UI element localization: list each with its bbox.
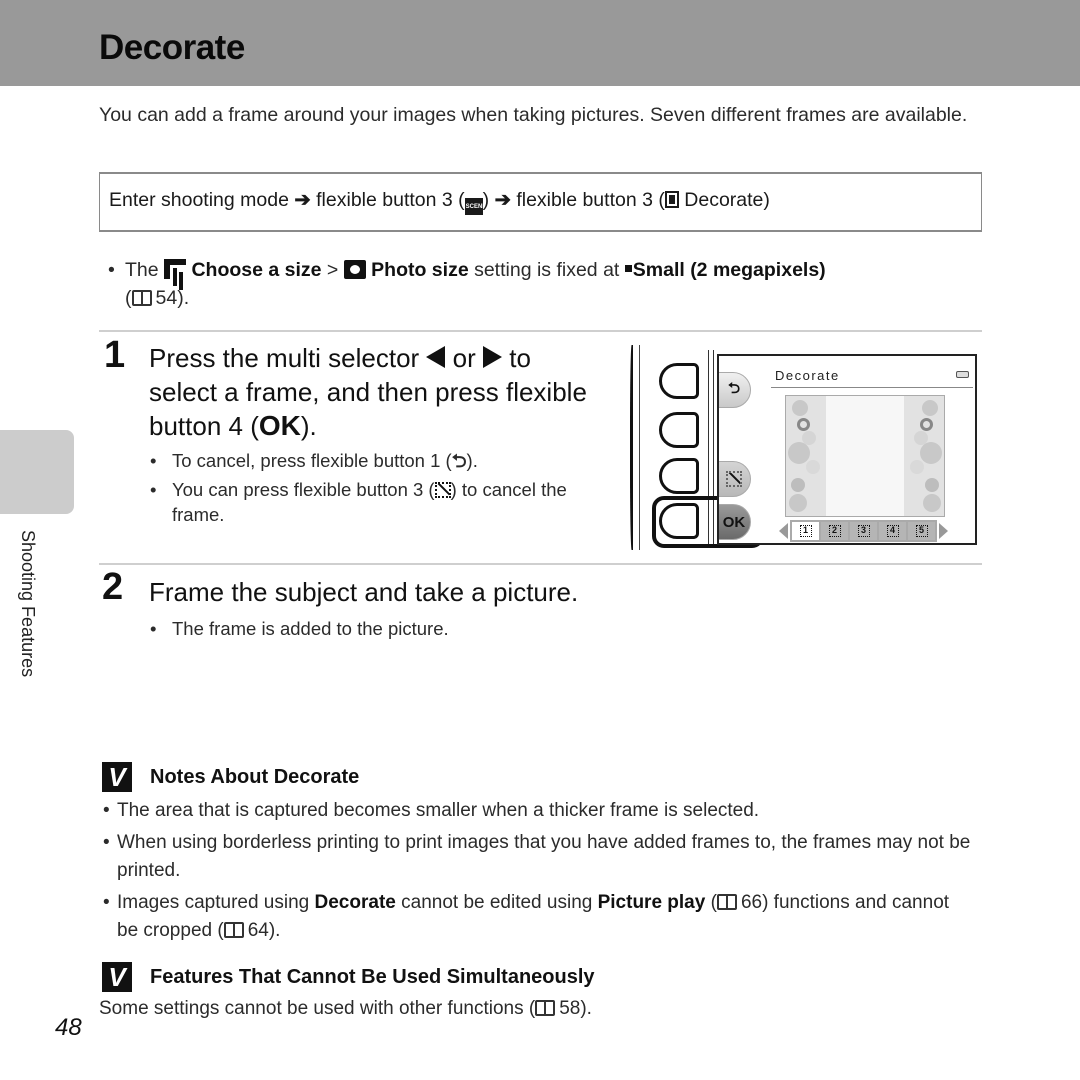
step-1-bullets: • To cancel, press flexible button 1 (⮌)… — [150, 448, 610, 531]
title-underline — [771, 387, 973, 388]
flower-decoration — [806, 460, 820, 474]
back-icon: ⮌ — [451, 450, 467, 471]
divider — [99, 563, 982, 565]
frame-left-border — [786, 396, 826, 516]
flower-decoration — [792, 400, 808, 416]
frame-preview — [785, 395, 945, 517]
frame-thumb-1[interactable]: 1 — [792, 522, 819, 540]
camera-icon — [343, 260, 366, 279]
camera-body-edge — [630, 345, 634, 550]
scroll-right-arrow-icon[interactable] — [939, 523, 948, 539]
notes-heading: V Notes About Decorate — [102, 762, 359, 792]
list-item: • When using borderless printing to print… — [103, 832, 971, 881]
list-item: • Images captured using Decorate cannot b… — [103, 892, 950, 941]
intro-paragraph: You can add a frame around your images w… — [99, 104, 968, 126]
frame-selector: 1 2 3 4 5 — [779, 520, 948, 542]
simultaneous-text: Some settings cannot be used with other … — [99, 998, 592, 1019]
book-reference-icon — [535, 1000, 556, 1016]
flower-decoration — [791, 478, 805, 492]
frame-thumb-4[interactable]: 4 — [879, 522, 906, 540]
flower-decoration — [925, 478, 939, 492]
page-number: 48 — [55, 1014, 82, 1041]
choose-size-icon — [164, 259, 187, 279]
no-frame-icon — [434, 482, 451, 498]
menu-path-text: Enter shooting mode ➔ flexible button 3 … — [109, 188, 770, 215]
frame-thumbnail-strip: 1 2 3 4 5 — [790, 520, 937, 542]
list-item: • The area that is captured becomes small… — [103, 800, 760, 821]
small-size-icon — [624, 265, 632, 272]
step-2-bullets: • The frame is added to the picture. — [150, 616, 610, 645]
multi-selector-right-icon — [483, 346, 503, 368]
list-item: • You can press flexible button 3 () to … — [150, 479, 567, 525]
screen-title: Decorate — [775, 368, 840, 383]
step-1-title: Press the multi selector or to select a … — [149, 343, 587, 441]
flower-decoration — [920, 442, 942, 464]
step-2-title: Frame the subject and take a picture. — [149, 577, 579, 607]
decorate-icon — [664, 191, 679, 208]
frame-right-border — [904, 396, 944, 516]
step-1-number: 1 — [104, 334, 126, 376]
flower-decoration — [922, 400, 938, 416]
list-item: • The frame is added to the picture. — [150, 618, 449, 639]
camera-body-edge — [639, 345, 640, 550]
battery-icon — [956, 371, 969, 378]
simultaneous-heading: V Features That Cannot Be Used Simultane… — [102, 962, 595, 992]
arrow-right-icon: ➔ — [494, 189, 511, 211]
page-reference[interactable]: 64 — [248, 920, 269, 941]
screen-back-button[interactable]: ⮌ — [719, 372, 751, 408]
page-reference[interactable]: 66 — [741, 892, 762, 913]
camera-screen: ⮌ OK Decorate 1 2 3 4 5 — [717, 354, 977, 545]
list-item: • To cancel, press flexible button 1 (⮌)… — [150, 450, 478, 471]
frame-thumb-3[interactable]: 3 — [850, 522, 877, 540]
scroll-left-arrow-icon[interactable] — [779, 523, 788, 539]
flower-decoration — [797, 418, 810, 431]
screen-no-frame-button[interactable] — [719, 461, 751, 497]
camera-illustration: ⮌ OK Decorate 1 2 3 4 5 — [625, 345, 980, 555]
frame-thumb-5[interactable]: 5 — [908, 522, 935, 540]
notes-list: • The area that is captured becomes small… — [103, 797, 973, 949]
screen-ok-button[interactable]: OK — [719, 504, 751, 540]
bullet: • — [108, 259, 115, 281]
flower-decoration — [788, 442, 810, 464]
book-reference-icon — [223, 922, 244, 938]
divider — [99, 330, 982, 332]
check-note-icon: V — [102, 762, 132, 792]
flower-decoration — [923, 494, 941, 512]
page-title: Decorate — [99, 28, 245, 67]
book-reference-icon — [131, 290, 152, 306]
page-reference[interactable]: 54 — [156, 287, 178, 309]
flower-decoration — [789, 494, 807, 512]
no-frame-icon — [726, 471, 742, 487]
scene-icon: SCENE — [464, 198, 486, 215]
flexible-button-2[interactable] — [659, 412, 699, 448]
flexible-button-1[interactable] — [659, 363, 699, 399]
photo-size-label: Photo size — [371, 259, 469, 281]
book-reference-icon — [716, 894, 737, 910]
flower-decoration — [920, 418, 933, 431]
menu-path-box: Enter shooting mode ➔ flexible button 3 … — [99, 172, 982, 232]
section-label: Shooting Features — [18, 530, 38, 678]
step-2-number: 2 — [102, 566, 124, 608]
frame-thumb-2[interactable]: 2 — [821, 522, 848, 540]
ok-icon: OK — [258, 410, 301, 441]
page-reference[interactable]: 58 — [559, 998, 580, 1019]
flower-decoration — [910, 460, 924, 474]
size-note: • The Choose a size > Photo size setting… — [108, 256, 968, 312]
choose-size-label: Choose a size — [191, 259, 322, 281]
multi-selector-left-icon — [426, 346, 446, 368]
flexible-button-3[interactable] — [659, 458, 699, 494]
section-tab[interactable] — [0, 430, 74, 514]
arrow-right-icon: ➔ — [294, 189, 311, 211]
small-size-label: Small (2 megapixels) — [632, 259, 826, 281]
check-note-icon: V — [102, 962, 132, 992]
